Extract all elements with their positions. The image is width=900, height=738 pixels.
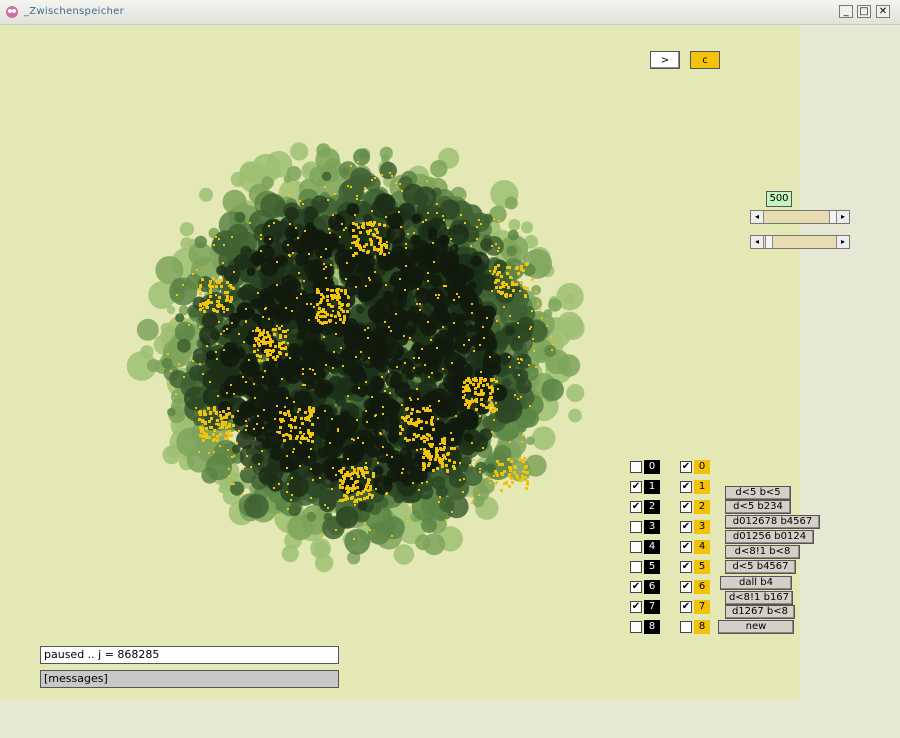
survive-checkbox-8[interactable] [630, 621, 642, 633]
birth-row-5[interactable]: ✔ 5 [680, 560, 710, 574]
close-button[interactable]: ✕ [876, 5, 890, 18]
scroll-thumb[interactable] [765, 236, 773, 248]
survive-row-1[interactable]: ✔ 1 [630, 480, 660, 494]
birth-number-7: 7 [694, 600, 710, 614]
survive-row-5[interactable]: 5 [630, 560, 660, 574]
window-title: _Zwischenspeicher [24, 6, 125, 17]
survive-row-7[interactable]: ✔ 7 [630, 600, 660, 614]
birth-number-0: 0 [694, 460, 710, 474]
birth-number-6: 6 [694, 580, 710, 594]
birth-checkbox-1[interactable]: ✔ [680, 481, 692, 493]
survive-number-5: 5 [644, 560, 660, 574]
cellular-automaton-pattern [126, 142, 585, 573]
birth-checkbox-4[interactable]: ✔ [680, 541, 692, 553]
minimize-button[interactable]: _ [839, 5, 853, 18]
birth-checkbox-6[interactable]: ✔ [680, 581, 692, 593]
birth-checkbox-2[interactable]: ✔ [680, 501, 692, 513]
c-button[interactable]: c [690, 51, 720, 69]
birth-row-1[interactable]: ✔ 1 [680, 480, 710, 494]
birth-checkbox-3[interactable]: ✔ [680, 521, 692, 533]
survive-number-7: 7 [644, 600, 660, 614]
survive-row-6[interactable]: ✔ 6 [630, 580, 660, 594]
scroll-right-icon[interactable]: ▸ [836, 236, 849, 248]
rule-button[interactable]: d<5 b<5 [725, 486, 791, 500]
survive-checkbox-4[interactable] [630, 541, 642, 553]
birth-checkbox-0[interactable]: ✔ [680, 461, 692, 473]
birth-number-3: 3 [694, 520, 710, 534]
birth-checkbox-8[interactable] [680, 621, 692, 633]
survive-number-2: 2 [644, 500, 660, 514]
speed-scrollbar[interactable]: ◂ ▸ [750, 210, 850, 224]
survive-checkbox-2[interactable]: ✔ [630, 501, 642, 513]
survive-checkbox-5[interactable] [630, 561, 642, 573]
right-panel [800, 25, 900, 700]
rule-button[interactable]: d<5 b234 [725, 500, 791, 514]
density-scrollbar[interactable]: ◂ ▸ [750, 235, 850, 249]
birth-checkbox-5[interactable]: ✔ [680, 561, 692, 573]
title-bar: _Zwischenspeicher _ □ ✕ [0, 0, 900, 25]
rule-button[interactable]: d<8!1 b<8 [725, 545, 800, 559]
survive-checkbox-6[interactable]: ✔ [630, 581, 642, 593]
scroll-left-icon[interactable]: ◂ [751, 211, 764, 223]
bottom-panel [0, 700, 900, 738]
play-button[interactable]: > [650, 51, 680, 69]
rule-button[interactable]: d<8!1 b167 [725, 591, 793, 605]
survive-checkbox-0[interactable] [630, 461, 642, 473]
birth-row-6[interactable]: ✔ 6 [680, 580, 710, 594]
birth-number-5: 5 [694, 560, 710, 574]
birth-row-3[interactable]: ✔ 3 [680, 520, 710, 534]
survive-checkbox-1[interactable]: ✔ [630, 481, 642, 493]
scroll-right-icon[interactable]: ▸ [836, 211, 849, 223]
status-field: paused .. j = 868285 [40, 646, 339, 664]
birth-row-2[interactable]: ✔ 2 [680, 500, 710, 514]
birth-number-8: 8 [694, 620, 710, 634]
survive-row-0[interactable]: 0 [630, 460, 660, 474]
birth-row-7[interactable]: ✔ 7 [680, 600, 710, 614]
birth-checkbox-7[interactable]: ✔ [680, 601, 692, 613]
birth-row-8[interactable]: 8 [680, 620, 710, 634]
simulation-canvas[interactable] [0, 25, 800, 700]
birth-row-0[interactable]: ✔ 0 [680, 460, 710, 474]
messages-field: [messages] [40, 670, 339, 688]
survive-checkbox-3[interactable] [630, 521, 642, 533]
speed-value: 500 [766, 191, 792, 207]
rule-button[interactable]: dall b4 [720, 576, 792, 590]
birth-number-4: 4 [694, 540, 710, 554]
survive-row-8[interactable]: 8 [630, 620, 660, 634]
survive-number-3: 3 [644, 520, 660, 534]
maximize-button[interactable]: □ [857, 5, 871, 18]
survive-number-4: 4 [644, 540, 660, 554]
survive-number-6: 6 [644, 580, 660, 594]
survive-row-4[interactable]: 4 [630, 540, 660, 554]
new-rule-button[interactable]: new [718, 620, 794, 634]
birth-row-4[interactable]: ✔ 4 [680, 540, 710, 554]
rule-button[interactable]: d012678 b4567 [725, 515, 820, 529]
birth-number-2: 2 [694, 500, 710, 514]
rule-button[interactable]: d01256 b0124 [725, 530, 814, 544]
survive-checkbox-7[interactable]: ✔ [630, 601, 642, 613]
survive-number-8: 8 [644, 620, 660, 634]
survive-row-2[interactable]: ✔ 2 [630, 500, 660, 514]
survive-number-0: 0 [644, 460, 660, 474]
scroll-left-icon[interactable]: ◂ [751, 236, 764, 248]
rule-button[interactable]: d1267 b<8 [725, 605, 795, 619]
app-icon [6, 6, 18, 18]
rule-button[interactable]: d<5 b4567 [725, 560, 796, 574]
birth-number-1: 1 [694, 480, 710, 494]
survive-row-3[interactable]: 3 [630, 520, 660, 534]
survive-number-1: 1 [644, 480, 660, 494]
